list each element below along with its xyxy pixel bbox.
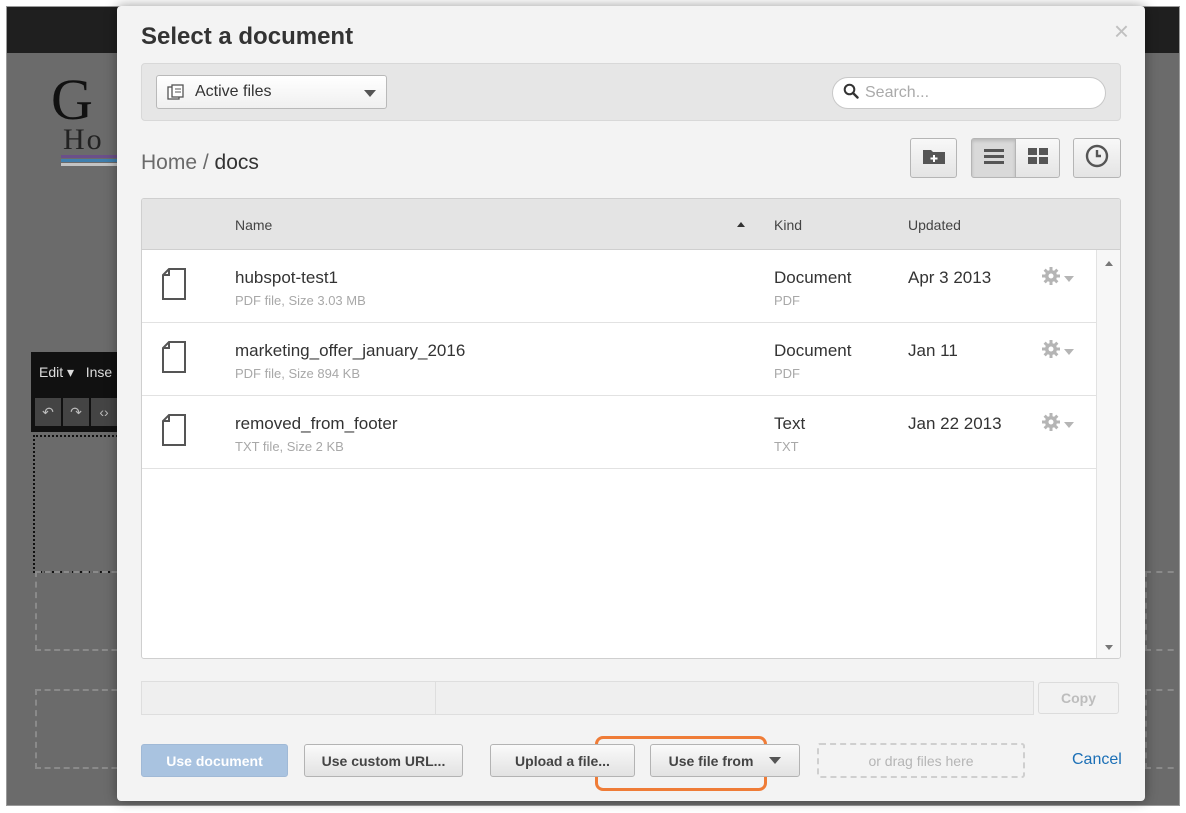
file-name[interactable]: removed_from_footer (235, 414, 398, 434)
file-name[interactable]: marketing_offer_january_2016 (235, 341, 465, 361)
upload-file-button[interactable]: Upload a file... (490, 744, 635, 777)
recent-files-button[interactable] (1073, 138, 1121, 178)
close-icon[interactable]: × (1114, 18, 1129, 44)
file-extension: PDF (774, 366, 800, 381)
background-content-area (33, 435, 125, 573)
file-kind: Document (774, 341, 852, 360)
file-meta: TXT file, Size 2 KB (235, 439, 344, 454)
chevron-down-icon (769, 757, 782, 764)
dialog-title: Select a document (141, 23, 354, 50)
chevron-down-icon (1064, 348, 1074, 355)
undo-icon: ↶ (35, 398, 61, 426)
file-kind: Text (774, 414, 806, 433)
chevron-down-icon (1064, 421, 1074, 428)
file-filter-select[interactable]: Active files (156, 75, 387, 109)
chevron-down-icon (1064, 275, 1074, 282)
list-view-button[interactable] (971, 138, 1016, 178)
grid-view-button[interactable] (1015, 138, 1060, 178)
scroll-up-icon[interactable] (1105, 261, 1113, 266)
file-extension: TXT (774, 439, 799, 454)
use-document-button[interactable]: Use document (141, 744, 288, 777)
redo-icon: ↷ (63, 398, 89, 426)
file-updated: Jan 22 2013 (908, 414, 1002, 433)
file-meta: PDF file, Size 3.03 MB (235, 293, 366, 308)
file-updated: Apr 3 2013 (908, 268, 992, 287)
background-drop-area (35, 689, 127, 769)
file-table: Name Kind Updated hubspot-test1 PDF file… (141, 198, 1121, 659)
file-filter-value: Active files (195, 83, 272, 100)
chevron-down-icon (364, 90, 376, 97)
use-file-from-button[interactable]: Use file from (650, 744, 800, 777)
document-icon (162, 268, 186, 305)
gear-icon (1042, 413, 1060, 436)
list-view-icon (983, 147, 1005, 170)
select-document-dialog: Select a document × Active files Search.… (117, 6, 1145, 801)
search-icon (843, 83, 859, 104)
cancel-link[interactable]: Cancel (1072, 751, 1122, 769)
gear-icon (1042, 267, 1060, 290)
column-name[interactable]: Name (235, 217, 272, 233)
search-box[interactable] (832, 77, 1106, 109)
background-drop-area (1145, 689, 1179, 769)
new-folder-icon (922, 147, 946, 170)
breadcrumb: Home / docs (141, 151, 259, 175)
breadcrumb-separator: / (197, 151, 215, 174)
breadcrumb-current: docs (214, 151, 259, 174)
drag-drop-zone[interactable]: or drag files here (817, 743, 1025, 778)
file-stack-icon (167, 84, 187, 100)
breadcrumb-home[interactable]: Home (141, 151, 197, 174)
row-actions-menu[interactable] (1042, 413, 1074, 436)
search-input[interactable] (865, 84, 1095, 102)
grid-view-icon (1027, 147, 1049, 170)
column-kind[interactable]: Kind (774, 217, 802, 233)
table-row[interactable]: marketing_offer_january_2016 PDF file, S… (142, 323, 1096, 396)
file-kind: Document (774, 268, 852, 287)
file-updated: Jan 11 (908, 341, 958, 360)
gear-icon (1042, 340, 1060, 363)
scroll-down-icon[interactable] (1105, 645, 1113, 650)
file-meta: PDF file, Size 894 KB (235, 366, 360, 381)
use-custom-url-button[interactable]: Use custom URL... (304, 744, 463, 777)
background-editor-toolbar: Edit ▾ Inse ↶ ↷ ‹› (31, 352, 131, 432)
column-updated[interactable]: Updated (908, 217, 961, 233)
background-drop-area (1145, 571, 1179, 651)
code-icon: ‹› (91, 398, 117, 426)
table-row[interactable]: hubspot-test1 PDF file, Size 3.03 MB Doc… (142, 250, 1096, 323)
table-header: Name Kind Updated (142, 199, 1120, 250)
file-url-field[interactable] (141, 681, 1034, 715)
filter-bar: Active files (141, 63, 1121, 121)
sort-ascending-icon (737, 222, 745, 227)
row-actions-menu[interactable] (1042, 267, 1074, 290)
document-icon (162, 341, 186, 378)
background-drop-area (35, 571, 127, 651)
new-folder-button[interactable] (910, 138, 957, 178)
table-scrollbar[interactable] (1096, 250, 1120, 658)
document-icon (162, 414, 186, 451)
copy-button[interactable]: Copy (1038, 682, 1119, 714)
file-extension: PDF (774, 293, 800, 308)
file-name[interactable]: hubspot-test1 (235, 268, 338, 288)
row-actions-menu[interactable] (1042, 340, 1074, 363)
table-row[interactable]: removed_from_footer TXT file, Size 2 KB … (142, 396, 1096, 469)
use-file-from-label: Use file from (668, 752, 754, 769)
clock-icon (1085, 144, 1109, 173)
